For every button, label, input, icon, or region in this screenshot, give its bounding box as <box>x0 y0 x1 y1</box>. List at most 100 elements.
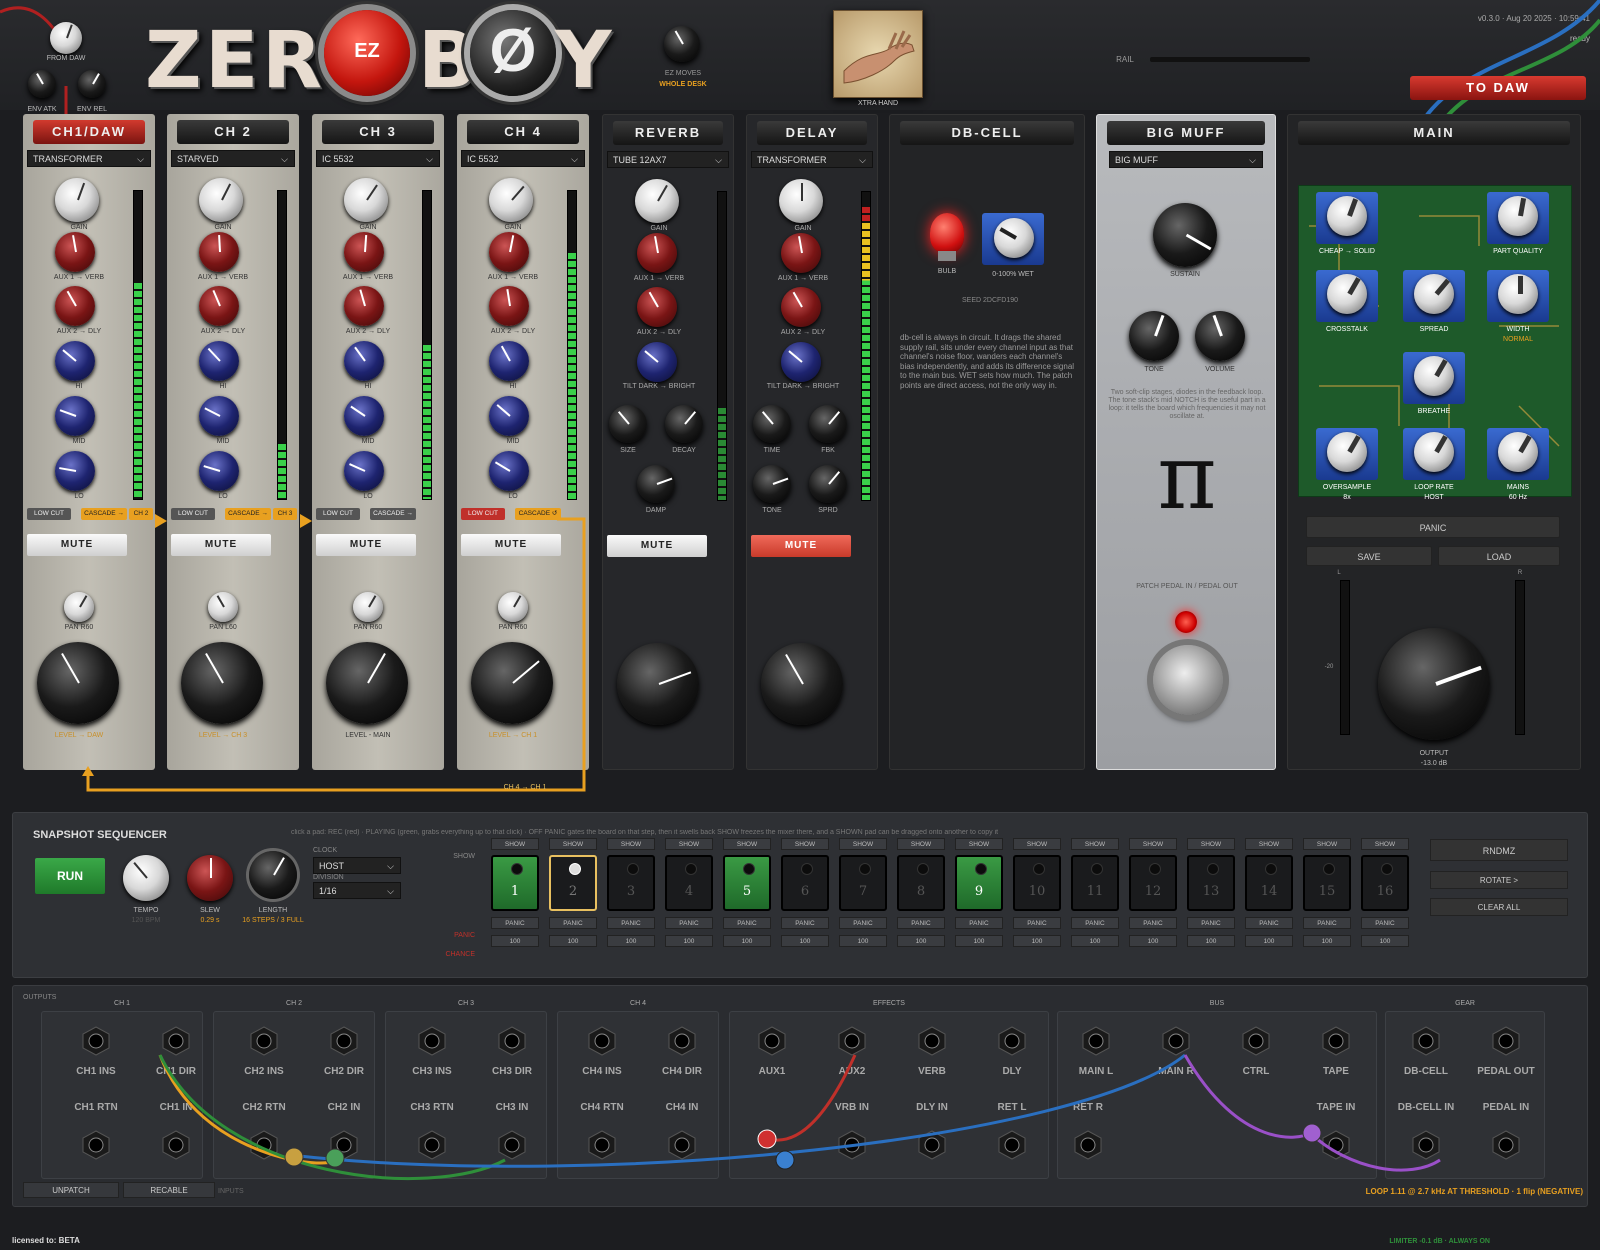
step-pad[interactable]: 16 <box>1361 855 1409 911</box>
show-button[interactable]: SHOW <box>1361 838 1409 850</box>
step-led <box>917 863 929 875</box>
clear-all-button[interactable]: CLEAR ALL <box>1430 898 1568 916</box>
panic-step-button[interactable]: PANIC <box>955 917 1003 929</box>
panic-step-button[interactable]: PANIC <box>549 917 597 929</box>
damp-knob[interactable] <box>637 465 675 503</box>
step-pad[interactable]: 1 <box>491 855 539 911</box>
tempo-knob[interactable] <box>123 855 169 901</box>
chance-step-field[interactable]: 100 <box>839 935 887 947</box>
show-button[interactable]: SHOW <box>781 838 829 850</box>
aux1-knob[interactable] <box>637 233 677 273</box>
panic-step-button[interactable]: PANIC <box>1071 917 1119 929</box>
chance-step-field[interactable]: 100 <box>1071 935 1119 947</box>
panic-step-button[interactable]: PANIC <box>723 917 771 929</box>
panic-step-button[interactable]: PANIC <box>839 917 887 929</box>
show-button[interactable]: SHOW <box>723 838 771 850</box>
chance-step-field[interactable]: 100 <box>955 935 1003 947</box>
step-pad[interactable]: 11 <box>1071 855 1119 911</box>
panic-step-button[interactable]: PANIC <box>1361 917 1409 929</box>
slew-knob[interactable] <box>187 855 233 901</box>
show-button[interactable]: SHOW <box>1129 838 1177 850</box>
step-pad[interactable]: 4 <box>665 855 713 911</box>
tone-knob[interactable] <box>753 465 791 503</box>
delay-mute-button[interactable]: MUTE <box>751 535 851 557</box>
panic-step-button[interactable]: PANIC <box>665 917 713 929</box>
chance-step-field[interactable]: 100 <box>665 935 713 947</box>
length-knob[interactable] <box>249 851 297 899</box>
gain-knob[interactable] <box>779 179 823 223</box>
step-number: 16 <box>1376 884 1394 899</box>
fbk-knob[interactable] <box>809 405 847 443</box>
panic-step-button[interactable]: PANIC <box>1245 917 1293 929</box>
chance-step-field[interactable]: 100 <box>723 935 771 947</box>
panic-step-button[interactable]: PANIC <box>1303 917 1351 929</box>
run-button[interactable]: RUN <box>35 858 105 894</box>
show-button[interactable]: SHOW <box>549 838 597 850</box>
step-pad[interactable]: 9 <box>955 855 1003 911</box>
level-fader-knob[interactable] <box>617 643 699 725</box>
step-pad[interactable]: 8 <box>897 855 945 911</box>
chance-step-field[interactable]: 100 <box>549 935 597 947</box>
aux2-knob[interactable] <box>637 287 677 327</box>
show-button[interactable]: SHOW <box>955 838 1003 850</box>
tilt-knob[interactable] <box>637 342 677 382</box>
panic-step-button[interactable]: PANIC <box>1013 917 1061 929</box>
chance-step-field[interactable]: 100 <box>607 935 655 947</box>
level-fader-knob[interactable] <box>761 643 843 725</box>
step-number: 9 <box>974 884 984 899</box>
chance-step-field[interactable]: 100 <box>1245 935 1293 947</box>
show-button[interactable]: SHOW <box>491 838 539 850</box>
panic-step-button[interactable]: PANIC <box>491 917 539 929</box>
reverb-mute-button[interactable]: MUTE <box>607 535 707 557</box>
show-button[interactable]: SHOW <box>607 838 655 850</box>
step-pad[interactable]: 7 <box>839 855 887 911</box>
tone-label: TONE <box>762 507 782 514</box>
step-pad[interactable]: 14 <box>1245 855 1293 911</box>
chance-step-field[interactable]: 100 <box>1013 935 1061 947</box>
panic-step-button[interactable]: PANIC <box>1129 917 1177 929</box>
chance-step-field[interactable]: 100 <box>1303 935 1351 947</box>
gain-knob[interactable] <box>635 179 679 223</box>
panic-step-button[interactable]: PANIC <box>607 917 655 929</box>
reverb-model-select[interactable]: TUBE 12AX7 ⌵ <box>607 151 729 168</box>
show-button[interactable]: SHOW <box>897 838 945 850</box>
size-knob[interactable] <box>609 405 647 443</box>
step-pad[interactable]: 5 <box>723 855 771 911</box>
show-button[interactable]: SHOW <box>1071 838 1119 850</box>
step-pad[interactable]: 3 <box>607 855 655 911</box>
show-button[interactable]: SHOW <box>1303 838 1351 850</box>
time-knob[interactable] <box>753 405 791 443</box>
clock-select[interactable]: HOST ⌵ <box>313 857 401 874</box>
chance-step-field[interactable]: 100 <box>1361 935 1409 947</box>
chance-step-field[interactable]: 100 <box>491 935 539 947</box>
show-button[interactable]: SHOW <box>1013 838 1061 850</box>
step-number: 3 <box>626 884 636 899</box>
chance-step-field[interactable]: 100 <box>781 935 829 947</box>
division-select[interactable]: 1/16 ⌵ <box>313 882 401 899</box>
tilt-knob[interactable] <box>781 342 821 382</box>
aux2-knob[interactable] <box>781 287 821 327</box>
show-button[interactable]: SHOW <box>1187 838 1235 850</box>
chance-step-field[interactable]: 100 <box>1187 935 1235 947</box>
step-pad[interactable]: 13 <box>1187 855 1235 911</box>
step-pad[interactable]: 12 <box>1129 855 1177 911</box>
decay-knob[interactable] <box>665 405 703 443</box>
chance-step-field[interactable]: 100 <box>1129 935 1177 947</box>
step-pad[interactable]: 2 <box>549 855 597 911</box>
step-pad[interactable]: 15 <box>1303 855 1351 911</box>
chance-step-field[interactable]: 100 <box>897 935 945 947</box>
aux1-label: AUX 1 → VERB <box>777 275 829 282</box>
show-button[interactable]: SHOW <box>839 838 887 850</box>
rndmz-button[interactable]: RNDMZ <box>1430 839 1568 861</box>
step-pad[interactable]: 6 <box>781 855 829 911</box>
panic-step-button[interactable]: PANIC <box>781 917 829 929</box>
aux1-knob[interactable] <box>781 233 821 273</box>
sprd-knob[interactable] <box>809 465 847 503</box>
delay-model-select[interactable]: TRANSFORMER ⌵ <box>751 151 873 168</box>
panic-step-button[interactable]: PANIC <box>897 917 945 929</box>
rotate-button[interactable]: ROTATE > <box>1430 871 1568 889</box>
show-button[interactable]: SHOW <box>665 838 713 850</box>
panic-step-button[interactable]: PANIC <box>1187 917 1235 929</box>
step-pad[interactable]: 10 <box>1013 855 1061 911</box>
show-button[interactable]: SHOW <box>1245 838 1293 850</box>
